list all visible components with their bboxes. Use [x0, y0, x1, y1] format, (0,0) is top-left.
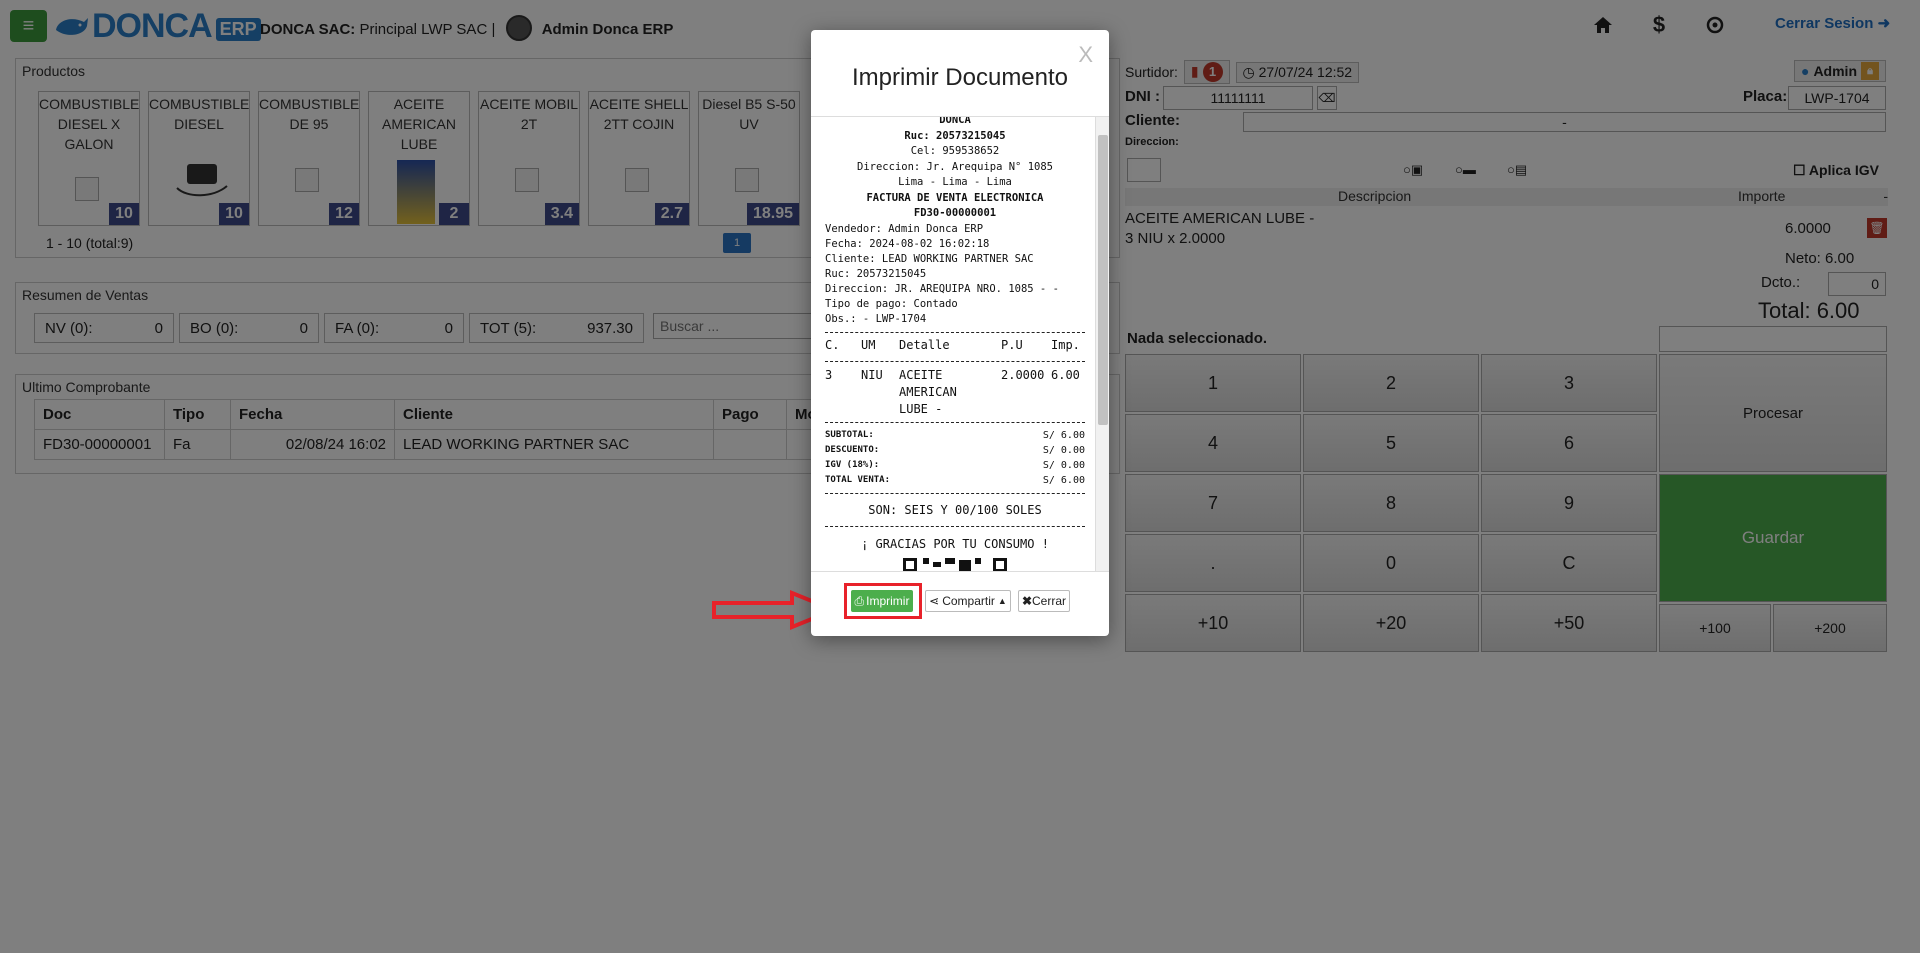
receipt-cliente-ruc: Ruc: 20573215045 — [825, 267, 927, 280]
receipt-son: SON: SEIS Y 00/100 SOLES — [868, 502, 1042, 517]
close-label: Cerrar — [1032, 594, 1067, 608]
receipt-vendedor: Vendedor: Admin Donca ERP — [825, 222, 984, 235]
receipt-item-imp: 6.00 — [1051, 367, 1080, 382]
receipt-divider — [825, 492, 1085, 494]
receipt-divider — [825, 421, 1085, 423]
receipt-totals: SUBTOTAL: S/ 6.00 DESCUENTO: S/ 0.00 IGV… — [825, 428, 1085, 488]
receipt-tipo-pago: Tipo de pago: Contado — [825, 297, 958, 310]
receipt-city: Lima - Lima - Lima — [898, 176, 1012, 188]
share-icon: ⋖ — [929, 594, 940, 608]
receipt-content: DONCA Ruc: 20573215045 Cel: 959538652 Di… — [825, 116, 1085, 571]
print-label: Imprimir — [866, 594, 910, 608]
receipt-col-imp: Imp. — [1051, 337, 1080, 352]
close-x-icon: ✖ — [1021, 594, 1033, 608]
modal-title: Imprimir Documento — [851, 64, 1069, 91]
descuento-label: DESCUENTO: — [825, 444, 880, 455]
receipt-cel: Cel: 959538652 — [910, 145, 1000, 157]
receipt-doc-type: FACTURA DE VENTA ELECTRONICA — [866, 191, 1044, 204]
receipt-items-header: C. UM Detalle P.U Imp. — [825, 338, 1085, 356]
receipt-item-detalle: ACEITE AMERICAN LUBE - — [899, 367, 957, 416]
total-label: TOTAL VENTA: — [825, 474, 891, 485]
igv-value: S/ 0.00 — [1042, 459, 1085, 471]
receipt-fecha: Fecha: 2024-08-02 16:02:18 — [825, 237, 990, 250]
receipt-col-pu: P.U — [1001, 337, 1023, 352]
print-button[interactable]: ⎙ Imprimir — [851, 590, 913, 612]
receipt-doc-number: FD30-00000001 — [913, 207, 997, 219]
receipt-address: Direccion: Jr. Arequipa N° 1085 — [857, 160, 1053, 173]
receipt-divider — [825, 331, 1085, 333]
receipt-scrollbar[interactable] — [1095, 117, 1109, 571]
qr-code-icon — [903, 557, 1007, 571]
subtotal-label: SUBTOTAL: — [825, 429, 874, 440]
receipt-col-um: UM — [861, 337, 876, 352]
total-value: S/ 6.00 — [1042, 474, 1085, 486]
print-modal: X Imprimir Documento DONCA Ruc: 20573215… — [811, 30, 1109, 636]
receipt-cliente: Cliente: LEAD WORKING PARTNER SAC — [825, 252, 1034, 265]
receipt-preview[interactable]: DONCA Ruc: 20573215045 Cel: 959538652 Di… — [811, 116, 1109, 572]
print-icon: ⎙ — [854, 593, 865, 608]
caret-up-icon: ▲ — [997, 596, 1007, 606]
receipt-item-c: 3 — [825, 367, 833, 382]
close-button[interactable]: ✖ Cerrar — [1018, 590, 1070, 612]
subtotal-value: S/ 6.00 — [1042, 429, 1085, 441]
modal-footer: ⎙ Imprimir ⋖ Compartir ▲ ✖ Cerrar — [811, 580, 1109, 620]
descuento-value: S/ 0.00 — [1042, 444, 1085, 456]
receipt-obs: Obs.: - LWP-1704 — [825, 312, 927, 325]
igv-label: IGV (18%): — [825, 459, 880, 470]
receipt-gracias: ¡ GRACIAS POR TU CONSUMO ! — [861, 536, 1049, 551]
receipt-cliente-dir: Direccion: JR. AREQUIPA NRO. 1085 - - — [825, 282, 1059, 295]
share-button[interactable]: ⋖ Compartir ▲ — [925, 590, 1011, 612]
receipt-col-detalle: Detalle — [899, 337, 950, 352]
receipt-business: DONCA — [939, 116, 971, 126]
share-label: Compartir — [942, 594, 995, 608]
receipt-ruc: Ruc: 20573215045 — [904, 129, 1006, 142]
receipt-item-row: 3 NIU ACEITE AMERICAN LUBE - 2.0000 6.00 — [825, 367, 1085, 417]
receipt-item-um: NIU — [861, 367, 883, 382]
receipt-divider — [825, 360, 1085, 362]
receipt-divider — [825, 525, 1085, 527]
receipt-item-pu: 2.0000 — [1001, 367, 1045, 382]
scroll-thumb[interactable] — [1098, 135, 1108, 425]
pos-app: ≡ DONCA ERP DONCA SAC: Principal LWP SAC… — [0, 0, 1920, 953]
receipt-col-c: C. — [825, 337, 840, 352]
